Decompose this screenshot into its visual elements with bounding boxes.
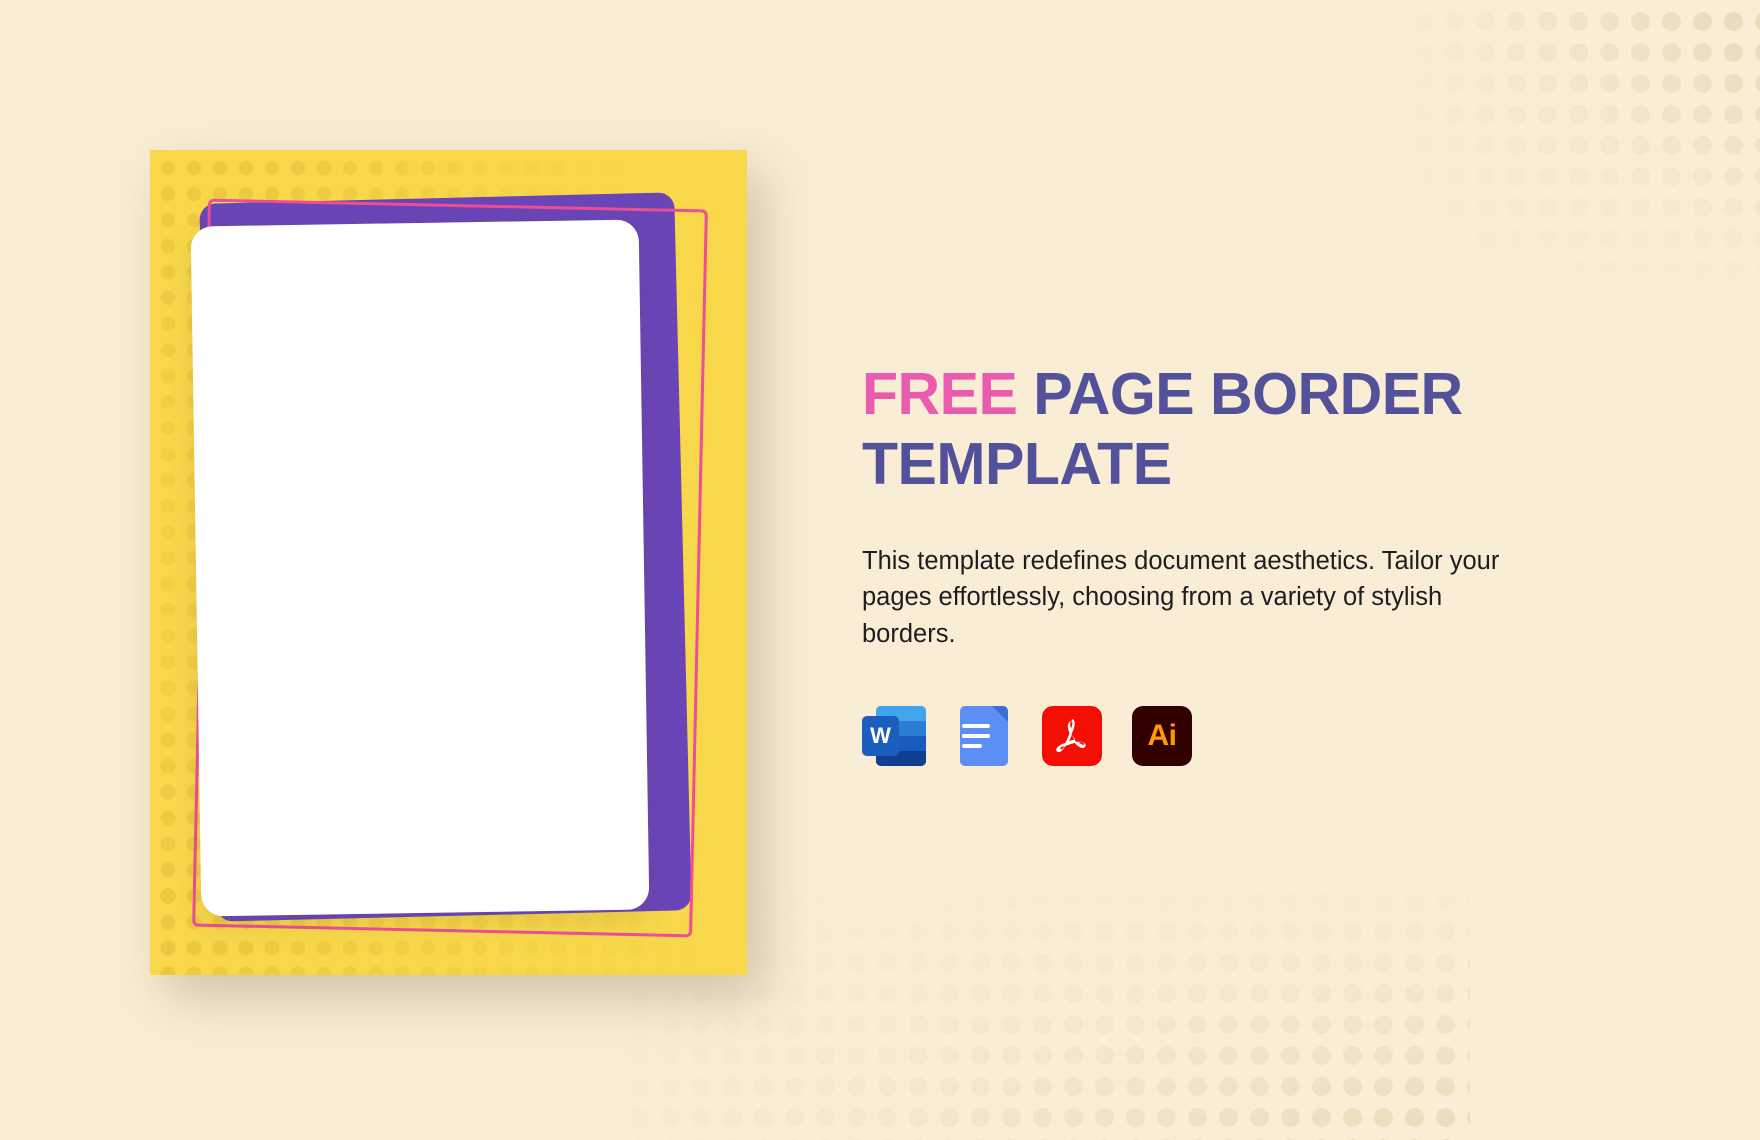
format-icon-list: W Ai bbox=[862, 704, 1602, 768]
hero-content: FREE PAGE BORDER TEMPLATE This template … bbox=[862, 360, 1602, 768]
white-page-layer bbox=[190, 219, 650, 917]
page-title: FREE PAGE BORDER TEMPLATE bbox=[862, 360, 1602, 499]
microsoft-word-icon: W bbox=[862, 704, 926, 768]
adobe-illustrator-icon: Ai bbox=[1132, 705, 1192, 766]
halftone-dots-top-right bbox=[1340, 0, 1760, 300]
page-description: This template redefines document aesthet… bbox=[862, 547, 1500, 648]
docs-corner-fold bbox=[992, 705, 1008, 722]
docs-text-line bbox=[962, 733, 990, 738]
google-docs-icon bbox=[952, 704, 1016, 768]
format-item-word[interactable]: W bbox=[862, 704, 926, 768]
word-letter-badge: W bbox=[862, 715, 899, 756]
page-border-preview bbox=[150, 150, 763, 997]
title-highlight: FREE bbox=[862, 361, 1018, 427]
format-item-illustrator[interactable]: Ai bbox=[1132, 704, 1196, 768]
docs-text-line bbox=[962, 743, 982, 748]
pdf-icon bbox=[1042, 705, 1102, 766]
format-item-pdf[interactable] bbox=[1042, 704, 1106, 768]
docs-text-line bbox=[962, 723, 990, 728]
format-item-google-docs[interactable] bbox=[952, 704, 1016, 768]
